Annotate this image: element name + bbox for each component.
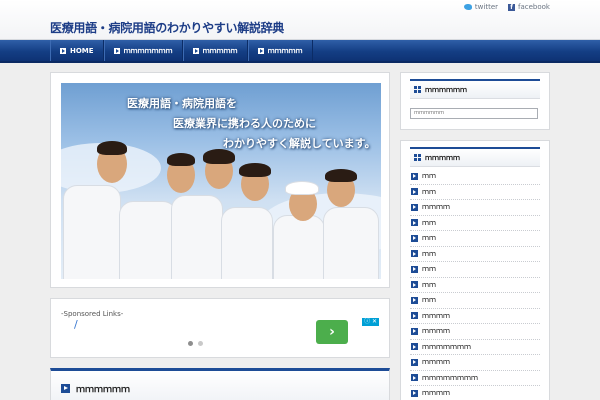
arrow-icon (411, 374, 418, 382)
twitter-link[interactable]: twitter (463, 3, 499, 11)
category-item[interactable]: ｍｍ (410, 185, 540, 200)
ad-dot-1[interactable] (188, 341, 193, 346)
nav-item-label: ｍｍｍｍｍ (202, 46, 238, 55)
search-input[interactable] (410, 107, 538, 119)
sidebar-search: ｍｍｍｍｍｍ (400, 72, 550, 130)
ad-pagination (188, 341, 203, 346)
nav-item-4[interactable]: ｍｍｍｍｍ (247, 40, 313, 61)
arrow-icon (411, 265, 418, 273)
category-label: ｍｍｍｍ (422, 203, 450, 212)
facebook-link[interactable]: f facebook (508, 3, 550, 11)
arrow-icon (411, 281, 418, 289)
facebook-icon: f (508, 3, 516, 11)
category-label: ｍｍ (422, 172, 436, 181)
category-item[interactable]: ｍｍｍｍ (410, 386, 540, 400)
site-title[interactable]: 医療用語・病院用語のわかりやすい解説辞典 (50, 19, 284, 36)
hero-line-2: 医療業界に携わる人のために (173, 117, 316, 130)
twitter-icon (463, 4, 472, 10)
section-title: ｍｍｍｍｍｍ (76, 385, 131, 395)
category-item[interactable]: ｍｍ (410, 278, 540, 293)
category-label: ｍｍｍｍ (422, 311, 450, 320)
category-item[interactable]: ｍｍ (410, 169, 540, 185)
arrow-icon (411, 327, 418, 335)
grid-icon (414, 86, 421, 93)
ad-choices-icon[interactable]: ⓘ ✕ (362, 318, 379, 326)
category-label: ｍｍｍｍｍｍｍｍ (422, 373, 478, 382)
arrow-icon (411, 296, 418, 304)
arrow-icon (411, 203, 418, 211)
category-label: ｍｍ (422, 234, 436, 243)
category-item[interactable]: ｍｍｍｍ (410, 200, 540, 216)
category-item[interactable]: ｍｍ (410, 262, 540, 278)
category-label: ｍｍ (422, 280, 436, 289)
content-section: ｍｍｍｍｍｍ (50, 368, 390, 400)
nav-arrow-icon (192, 47, 199, 54)
category-label: ｍｍ (422, 265, 436, 274)
search-widget-title: ｍｍｍｍｍｍ (410, 79, 540, 99)
heading-arrow-icon (61, 384, 70, 393)
category-title: ｍｍｍｍｍ (425, 153, 460, 162)
nav-arrow-icon (60, 47, 66, 54)
category-widget-title: ｍｍｍｍｍ (410, 147, 540, 167)
arrow-icon (411, 358, 418, 366)
category-item[interactable]: ｍｍｍｍ (410, 355, 540, 371)
facebook-label: facebook (518, 3, 550, 11)
category-item[interactable]: ｍｍ (410, 216, 540, 231)
category-label: ｍｍ (422, 187, 436, 196)
category-label: ｍｍｍｍ (422, 389, 450, 398)
grid-icon (414, 154, 421, 161)
hero-line-3: わかりやすく解説しています。 (223, 137, 376, 150)
site-header: 医療用語・病院用語のわかりやすい解説辞典 twitter f facebook (0, 0, 600, 40)
hero-image[interactable]: 医療用語・病院用語を 医療業界に携わる人のために わかりやすく解説しています。 (61, 83, 381, 279)
category-label: ｍｍ (422, 249, 436, 258)
ad-next-button[interactable]: › (316, 320, 348, 344)
arrow-icon (411, 188, 418, 196)
arrow-icon (411, 172, 418, 180)
arrow-icon (411, 234, 418, 242)
arrow-icon (411, 250, 418, 258)
category-item[interactable]: ｍｍ (410, 247, 540, 262)
category-item[interactable]: ｍｍｍｍ (410, 324, 540, 340)
ad-dot-2[interactable] (198, 341, 203, 346)
category-label: ｍｍｍｍｍｍｍ (422, 342, 471, 351)
sponsored-label: -Sponsored Links- (61, 310, 124, 318)
main-nav: HOME ｍｍｍｍｍｍｍ ｍｍｍｍｍ ｍｍｍｍｍ (0, 40, 600, 63)
nav-item-label: ｍｍｍｍｍ (267, 46, 303, 55)
nav-item-label: HOME (70, 46, 94, 55)
arrow-icon (411, 389, 418, 397)
category-label: ｍｍ (422, 296, 436, 305)
category-item[interactable]: ｍｍｍｍｍｍｍｍ (410, 371, 540, 386)
category-list: ｍｍ ｍｍ ｍｍｍｍ ｍｍ ｍｍ ｍｍ ｍｍ ｍｍ ｍｍ ｍｍｍｍ ｍｍｍｍ ｍ… (410, 169, 540, 400)
category-label: ｍｍｍｍ (422, 327, 450, 336)
category-item[interactable]: ｍｍｍｍｍｍｍ (410, 340, 540, 355)
category-item[interactable]: ｍｍｍｍ (410, 309, 540, 324)
hero-banner: 医療用語・病院用語を 医療業界に携わる人のために わかりやすく解説しています。 (50, 72, 390, 288)
nav-item-label: ｍｍｍｍｍｍｍ (123, 46, 173, 55)
arrow-icon (411, 343, 418, 351)
hero-line-1: 医療用語・病院用語を (127, 97, 237, 110)
sponsored-ad: -Sponsored Links- / ⓘ ✕ › (50, 298, 390, 358)
category-label: ｍｍ (422, 218, 436, 227)
social-links: twitter f facebook (463, 3, 550, 11)
arrow-icon (411, 219, 418, 227)
nav-item-3[interactable]: ｍｍｍｍｍ (182, 40, 248, 61)
category-item[interactable]: ｍｍ (410, 231, 540, 247)
category-item[interactable]: ｍｍ (410, 293, 540, 309)
arrow-icon (411, 312, 418, 320)
nav-item-home[interactable]: HOME (50, 40, 104, 61)
section-heading: ｍｍｍｍｍｍ (61, 382, 130, 395)
nav-item-2[interactable]: ｍｍｍｍｍｍｍ (103, 40, 183, 61)
sidebar-categories: ｍｍｍｍｍ ｍｍ ｍｍ ｍｍｍｍ ｍｍ ｍｍ ｍｍ ｍｍ ｍｍ ｍｍ ｍｍｍｍ … (400, 140, 550, 400)
twitter-label: twitter (474, 3, 499, 11)
nav-arrow-icon (113, 47, 120, 54)
ad-link[interactable]: / (74, 318, 78, 331)
category-label: ｍｍｍｍ (422, 358, 450, 367)
nav-arrow-icon (257, 47, 264, 54)
search-title: ｍｍｍｍｍｍ (425, 85, 467, 94)
